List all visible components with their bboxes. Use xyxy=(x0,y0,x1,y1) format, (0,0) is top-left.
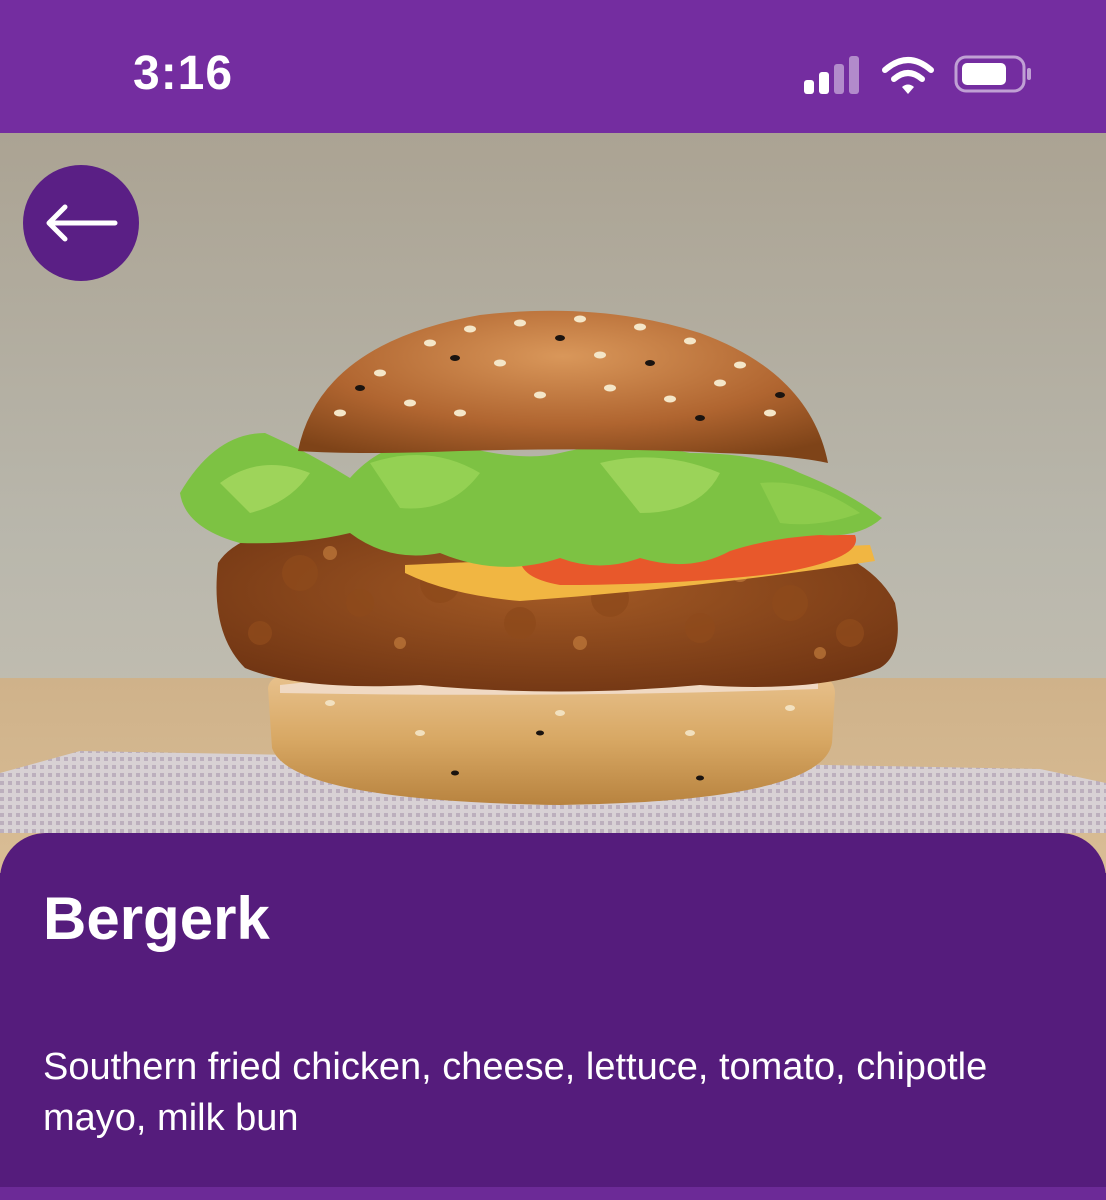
arrow-left-icon xyxy=(46,204,118,242)
battery-icon xyxy=(954,55,1031,93)
cellular-signal-icon xyxy=(804,56,859,94)
wifi-icon xyxy=(882,57,934,94)
item-description: Southern fried chicken, cheese, lettuce,… xyxy=(43,1046,988,1139)
bottom-strip xyxy=(0,1187,1106,1200)
item-info-card: Bergerk Southern fried chicken, cheese, … xyxy=(0,833,1106,1187)
status-time: 3:16 xyxy=(133,47,234,100)
hero-image xyxy=(0,133,1106,873)
status-bar: 3:16 xyxy=(0,0,1106,133)
back-button[interactable] xyxy=(23,165,139,281)
item-name: Bergerk xyxy=(43,885,270,952)
